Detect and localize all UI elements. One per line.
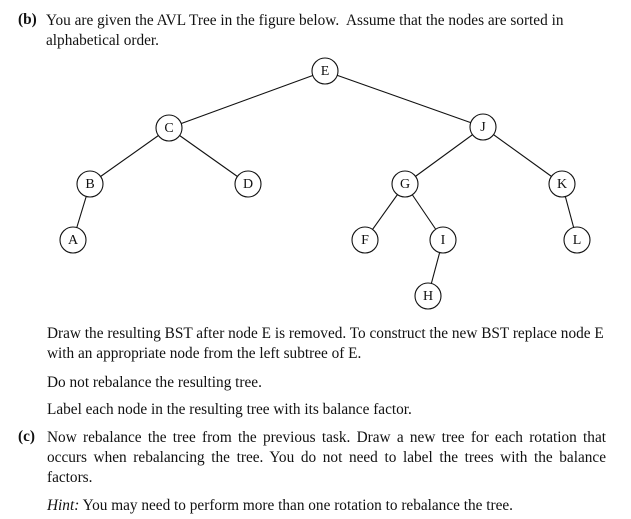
tree-node-C: C	[155, 114, 183, 142]
tree-node-label: J	[480, 120, 486, 135]
tree-node-label: B	[85, 177, 94, 192]
tree-node-label: C	[164, 121, 173, 136]
tree-node-label: D	[243, 177, 253, 192]
part-b-instruction-3: Label each node in the resulting tree wi…	[47, 401, 412, 418]
avl-tree-figure: E C J B D G K A F I L H	[59, 57, 591, 310]
tree-node-F: F	[351, 226, 379, 254]
tree-node-label: L	[573, 233, 582, 248]
tree-node-G: G	[391, 170, 419, 198]
tree-node-L: L	[563, 226, 591, 254]
tree-node-E: E	[311, 57, 339, 85]
tree-node-A: A	[59, 226, 87, 254]
tree-edge-J-G	[404, 126, 484, 185]
tree-node-label: F	[361, 233, 369, 248]
tree-node-label: H	[423, 289, 433, 304]
tree-node-J: J	[469, 113, 497, 141]
tree-node-label: E	[321, 64, 330, 79]
tree-node-label: A	[68, 233, 79, 248]
part-c-label: (c)	[18, 428, 35, 445]
tree-edge-C-D	[168, 127, 249, 185]
hint-text: You may need to perform more than one ro…	[82, 497, 513, 514]
tree-node-D: D	[234, 170, 262, 198]
tree-node-H: H	[414, 282, 442, 310]
hint-label: Hint:	[47, 497, 80, 514]
tree-node-I: I	[429, 226, 457, 254]
tree-edge-E-J	[324, 70, 484, 128]
tree-node-B: B	[76, 170, 104, 198]
tree-edge-J-K	[482, 126, 563, 185]
tree-node-label: G	[400, 177, 410, 192]
tree-node-K: K	[548, 170, 576, 198]
part-c-hint: Hint: You may need to perform more than …	[47, 496, 607, 516]
tree-node-label: I	[441, 233, 446, 248]
part-c-text: Now rebalance the tree from the previous…	[47, 429, 606, 486]
tree-edge-C-B	[89, 127, 170, 185]
tree-edge-E-C	[168, 70, 326, 129]
part-b-instruction-1: Draw the resulting BST after node E is r…	[47, 325, 604, 362]
part-b-instruction-2: Do not rebalance the resulting tree.	[47, 374, 262, 391]
tree-node-label: K	[557, 177, 567, 192]
